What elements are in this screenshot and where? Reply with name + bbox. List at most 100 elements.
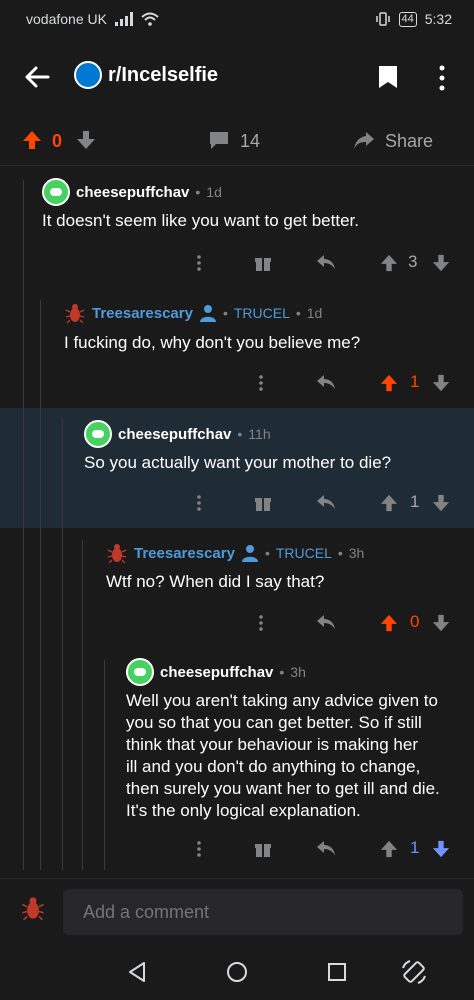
reply-icon[interactable] — [316, 840, 336, 856]
vote-count: 1 — [410, 372, 420, 391]
comment-age: 1d — [206, 184, 222, 200]
comment-header: Treesarescary • TRUCEL • 1d — [64, 302, 322, 324]
nav-home-icon[interactable] — [226, 961, 248, 983]
award-icon[interactable] — [254, 254, 272, 272]
vote-count: 0 — [410, 612, 420, 631]
separator-dot: • — [337, 545, 343, 561]
downvote-icon[interactable] — [432, 840, 450, 858]
status-bar: vodafone UK 44 5:32 — [0, 0, 474, 42]
more-icon[interactable] — [196, 494, 202, 512]
username[interactable]: cheesepuffchav — [160, 664, 273, 681]
avatar[interactable] — [42, 178, 70, 206]
wifi-icon — [141, 12, 159, 26]
user-flair: TRUCEL — [275, 545, 332, 561]
add-comment-input[interactable] — [63, 889, 463, 935]
carrier-label: vodafone UK — [26, 11, 107, 27]
nav-back-icon[interactable] — [126, 961, 148, 983]
comment-body: It doesn't seem like you want to get bet… — [42, 211, 359, 230]
reply-icon[interactable] — [316, 374, 336, 390]
downvote-icon[interactable] — [432, 614, 450, 632]
upvote-icon[interactable] — [380, 254, 398, 272]
subreddit-icon[interactable] — [74, 61, 102, 89]
upvote-icon[interactable] — [380, 374, 398, 392]
nav-recents-icon[interactable] — [327, 962, 347, 982]
comment-actions: 3 — [190, 252, 460, 274]
share-button[interactable]: Share — [385, 131, 433, 152]
comment-age: 3h — [348, 545, 365, 561]
comment-body: So you actually want your mother to die? — [84, 453, 392, 472]
thread-line — [23, 180, 24, 870]
comment-count[interactable]: 14 — [240, 131, 260, 152]
more-icon[interactable] — [258, 374, 264, 392]
comment-line: Well you aren't taking any advice given … — [126, 691, 438, 710]
more-icon[interactable] — [258, 614, 264, 632]
comment-composer — [0, 878, 474, 936]
upvote-icon[interactable] — [22, 130, 42, 150]
username[interactable]: Treesarescary — [134, 545, 235, 562]
thread-line — [82, 540, 83, 870]
person-icon — [199, 305, 216, 322]
upvote-icon[interactable] — [380, 494, 398, 512]
signal-icon — [114, 12, 133, 26]
thread-line — [104, 660, 105, 870]
app-bar: r/Incelselfie — [0, 42, 474, 114]
separator-dot: • — [195, 184, 201, 200]
vibrate-icon — [375, 12, 390, 26]
bookmark-icon[interactable] — [377, 64, 399, 90]
comment-header: cheesepuffchav • 1d — [42, 178, 222, 206]
comment-line: It's the only logical explanation. — [126, 801, 361, 820]
downvote-icon[interactable] — [76, 130, 96, 150]
more-icon[interactable] — [196, 254, 202, 272]
upvote-icon[interactable] — [380, 614, 398, 632]
battery-indicator: 44 — [398, 11, 417, 27]
comment-icon[interactable] — [208, 130, 230, 150]
reply-icon[interactable] — [316, 254, 336, 270]
username[interactable]: cheesepuffchav — [118, 426, 231, 443]
system-nav-bar — [0, 945, 474, 1000]
username[interactable]: cheesepuffchav — [76, 184, 189, 201]
comment-actions: 0 — [252, 612, 462, 634]
comment-age: 11h — [248, 426, 271, 442]
award-icon[interactable] — [254, 840, 272, 858]
vote-count: 1 — [410, 492, 420, 511]
back-arrow-icon[interactable] — [22, 62, 52, 92]
bug-avatar-icon[interactable] — [64, 302, 86, 324]
separator-dot: • — [222, 305, 228, 321]
downvote-icon[interactable] — [432, 374, 450, 392]
avatar[interactable] — [84, 420, 112, 448]
separator-dot: • — [264, 545, 270, 561]
downvote-icon[interactable] — [432, 254, 450, 272]
comment-header: Treesarescary • TRUCEL • 3h — [106, 542, 364, 564]
post-action-bar: 0 14 Share — [0, 116, 474, 166]
username[interactable]: Treesarescary — [92, 305, 193, 322]
comment-body: Well you aren't taking any advice given … — [126, 690, 471, 822]
share-icon[interactable] — [353, 129, 375, 151]
more-icon[interactable] — [196, 840, 202, 858]
comment-age: 3h — [290, 664, 306, 680]
more-icon[interactable] — [437, 64, 447, 92]
person-icon — [241, 545, 258, 562]
avatar[interactable] — [126, 658, 154, 686]
clock: 5:32 — [424, 11, 452, 27]
comment-actions: 1 — [190, 838, 460, 860]
separator-dot: • — [237, 426, 243, 442]
reply-icon[interactable] — [316, 494, 336, 510]
vote-count: 1 — [410, 838, 420, 857]
separator-dot: • — [279, 664, 285, 680]
reply-icon[interactable] — [316, 614, 336, 630]
separator-dot: • — [295, 305, 301, 321]
comment-header: cheesepuffchav • 3h — [126, 658, 306, 686]
upvote-icon[interactable] — [380, 840, 398, 858]
subreddit-name[interactable]: r/Incelselfie — [108, 64, 218, 87]
comment-age: 1d — [306, 305, 323, 321]
award-icon[interactable] — [254, 494, 272, 512]
bug-avatar-icon[interactable] — [106, 542, 128, 564]
downvote-icon[interactable] — [432, 494, 450, 512]
user-flair: TRUCEL — [233, 305, 290, 321]
post-score: 0 — [52, 131, 63, 151]
bug-avatar-icon — [22, 897, 44, 921]
comment-actions: 1 — [190, 492, 460, 514]
rotate-screen-icon[interactable] — [400, 958, 428, 986]
thread-line — [40, 300, 41, 870]
comment-header: cheesepuffchav • 11h — [84, 420, 271, 448]
